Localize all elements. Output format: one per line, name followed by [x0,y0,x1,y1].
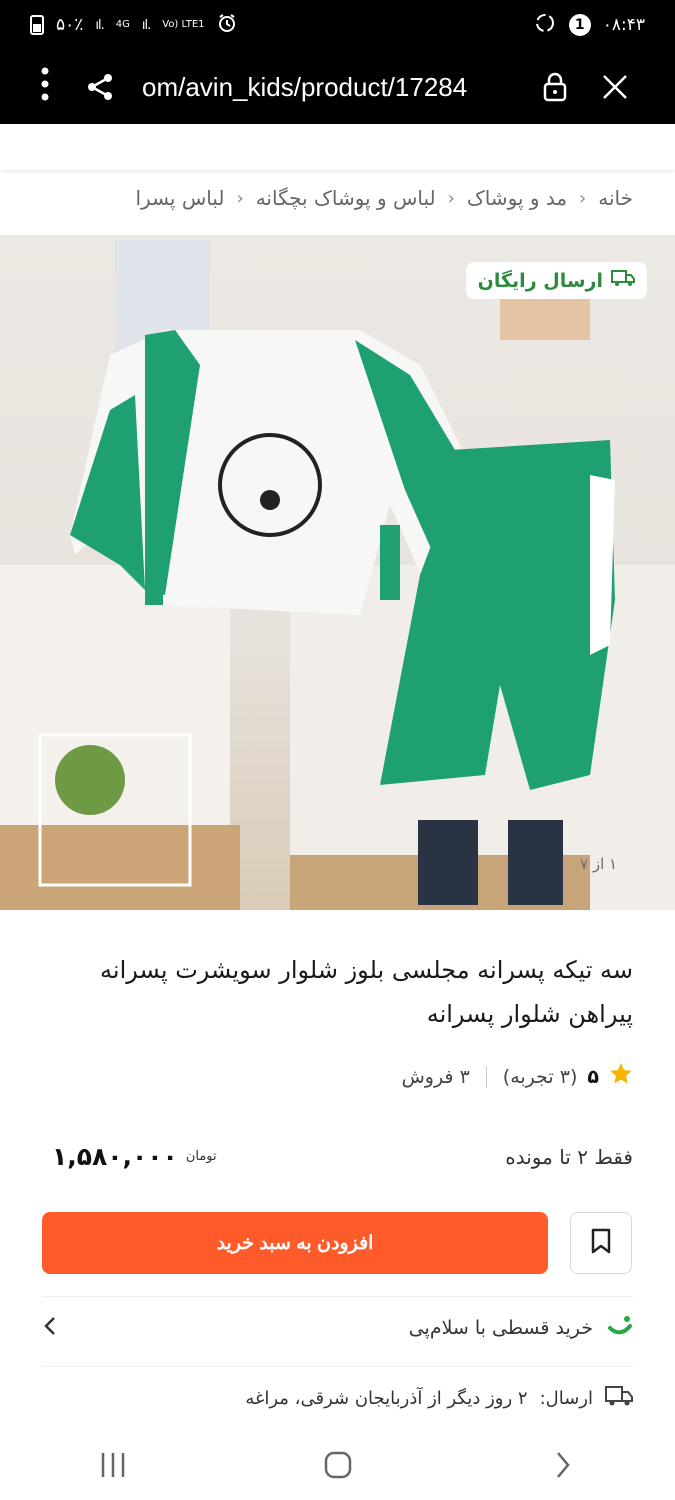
share-icon[interactable] [70,72,130,102]
free-shipping-badge: ارسال رایگان [465,262,647,299]
review-count[interactable]: (۳ تجربه) [503,1066,578,1088]
clock: ۰۸:۴۳ [602,15,645,35]
alarm-icon [217,13,237,38]
truck-icon [605,1384,633,1413]
delivery-text: ۲ روز دیگر از آذربایجان شرقی، مراغه [245,1388,528,1409]
system-navigation-bar [0,1430,675,1500]
add-to-cart-button[interactable]: افزودن به سبد خرید [42,1212,548,1274]
close-icon[interactable] [585,73,645,101]
divider [42,1296,633,1297]
breadcrumb: خانه ‹ مد و پوشاک ‹ لباس و پوشاک بچگانه … [0,178,675,218]
battery-percent: ۵۰٪ [56,15,84,35]
installment-row[interactable]: خرید قسطی با سلام‌پی [42,1310,633,1346]
salampay-logo-icon [607,1314,633,1342]
bookmark-icon [590,1228,612,1258]
site-header [0,124,675,170]
chevron-left-icon: ‹ [579,187,587,209]
signal-icon-2: ıl. [141,17,151,33]
chevron-left-icon: ‹ [236,187,244,209]
volte-tag: Vo) LTE1 [162,19,205,30]
free-shipping-label: ارسال رایگان [477,269,603,292]
delivery-label: ارسال: [539,1388,593,1409]
home-icon[interactable] [308,1450,368,1480]
breadcrumb-kids-clothing[interactable]: لباس و پوشاک بچگانه [256,186,436,210]
product-title: سه تیکه پسرانه مجلسی بلوز شلوار سویشرت پ… [100,956,633,1028]
more-options-icon[interactable] [40,67,70,107]
product-image[interactable] [0,235,675,910]
stock-note: فقط ۲ تا مونده [505,1145,633,1169]
sync-icon [533,11,557,40]
product-meta: ۵ (۳ تجربه) ۳ فروش [402,1062,633,1091]
installment-text: خرید قسطی با سلام‌پی [408,1317,593,1339]
battery-icon [30,15,44,35]
breadcrumb-home[interactable]: خانه [598,186,633,210]
recent-apps-icon[interactable] [83,1451,143,1479]
status-bar: ۵۰٪ ıl. 4G ıl. Vo) LTE1 1 ۰۸:۴۳ [0,0,675,50]
breadcrumb-fashion[interactable]: مد و پوشاک [467,186,567,210]
meta-divider [485,1065,487,1088]
delivery-row: ارسال: ۲ روز دیگر از آذربایجان شرقی، مرا… [245,1384,633,1413]
bookmark-button[interactable] [570,1212,632,1274]
lock-icon[interactable] [525,72,585,102]
rating-value: ۵ [587,1065,599,1088]
image-counter: ۱ از ۷ [580,855,618,873]
url-field[interactable]: om/avin_kids/product/17284 [130,72,525,103]
notification-badge: 1 [568,14,591,36]
network-type: 4G [115,19,130,30]
price-amount: ۱,۵۸۰,۰۰۰ [52,1142,178,1171]
browser-toolbar: om/avin_kids/product/17284 [0,50,675,124]
chevron-left-icon: ‹ [447,187,455,209]
price: تومان ۱,۵۸۰,۰۰۰ [52,1142,217,1171]
divider [42,1366,633,1367]
chevron-left-icon[interactable] [42,1315,58,1341]
back-icon[interactable] [533,1450,593,1480]
sales-count: ۳ فروش [401,1065,470,1088]
truck-icon [611,268,635,293]
signal-icon: ıl. [95,17,104,33]
star-icon [609,1062,633,1091]
breadcrumb-boys-clothing[interactable]: لباس پسرا [135,186,224,210]
currency-label: تومان [185,1148,217,1164]
